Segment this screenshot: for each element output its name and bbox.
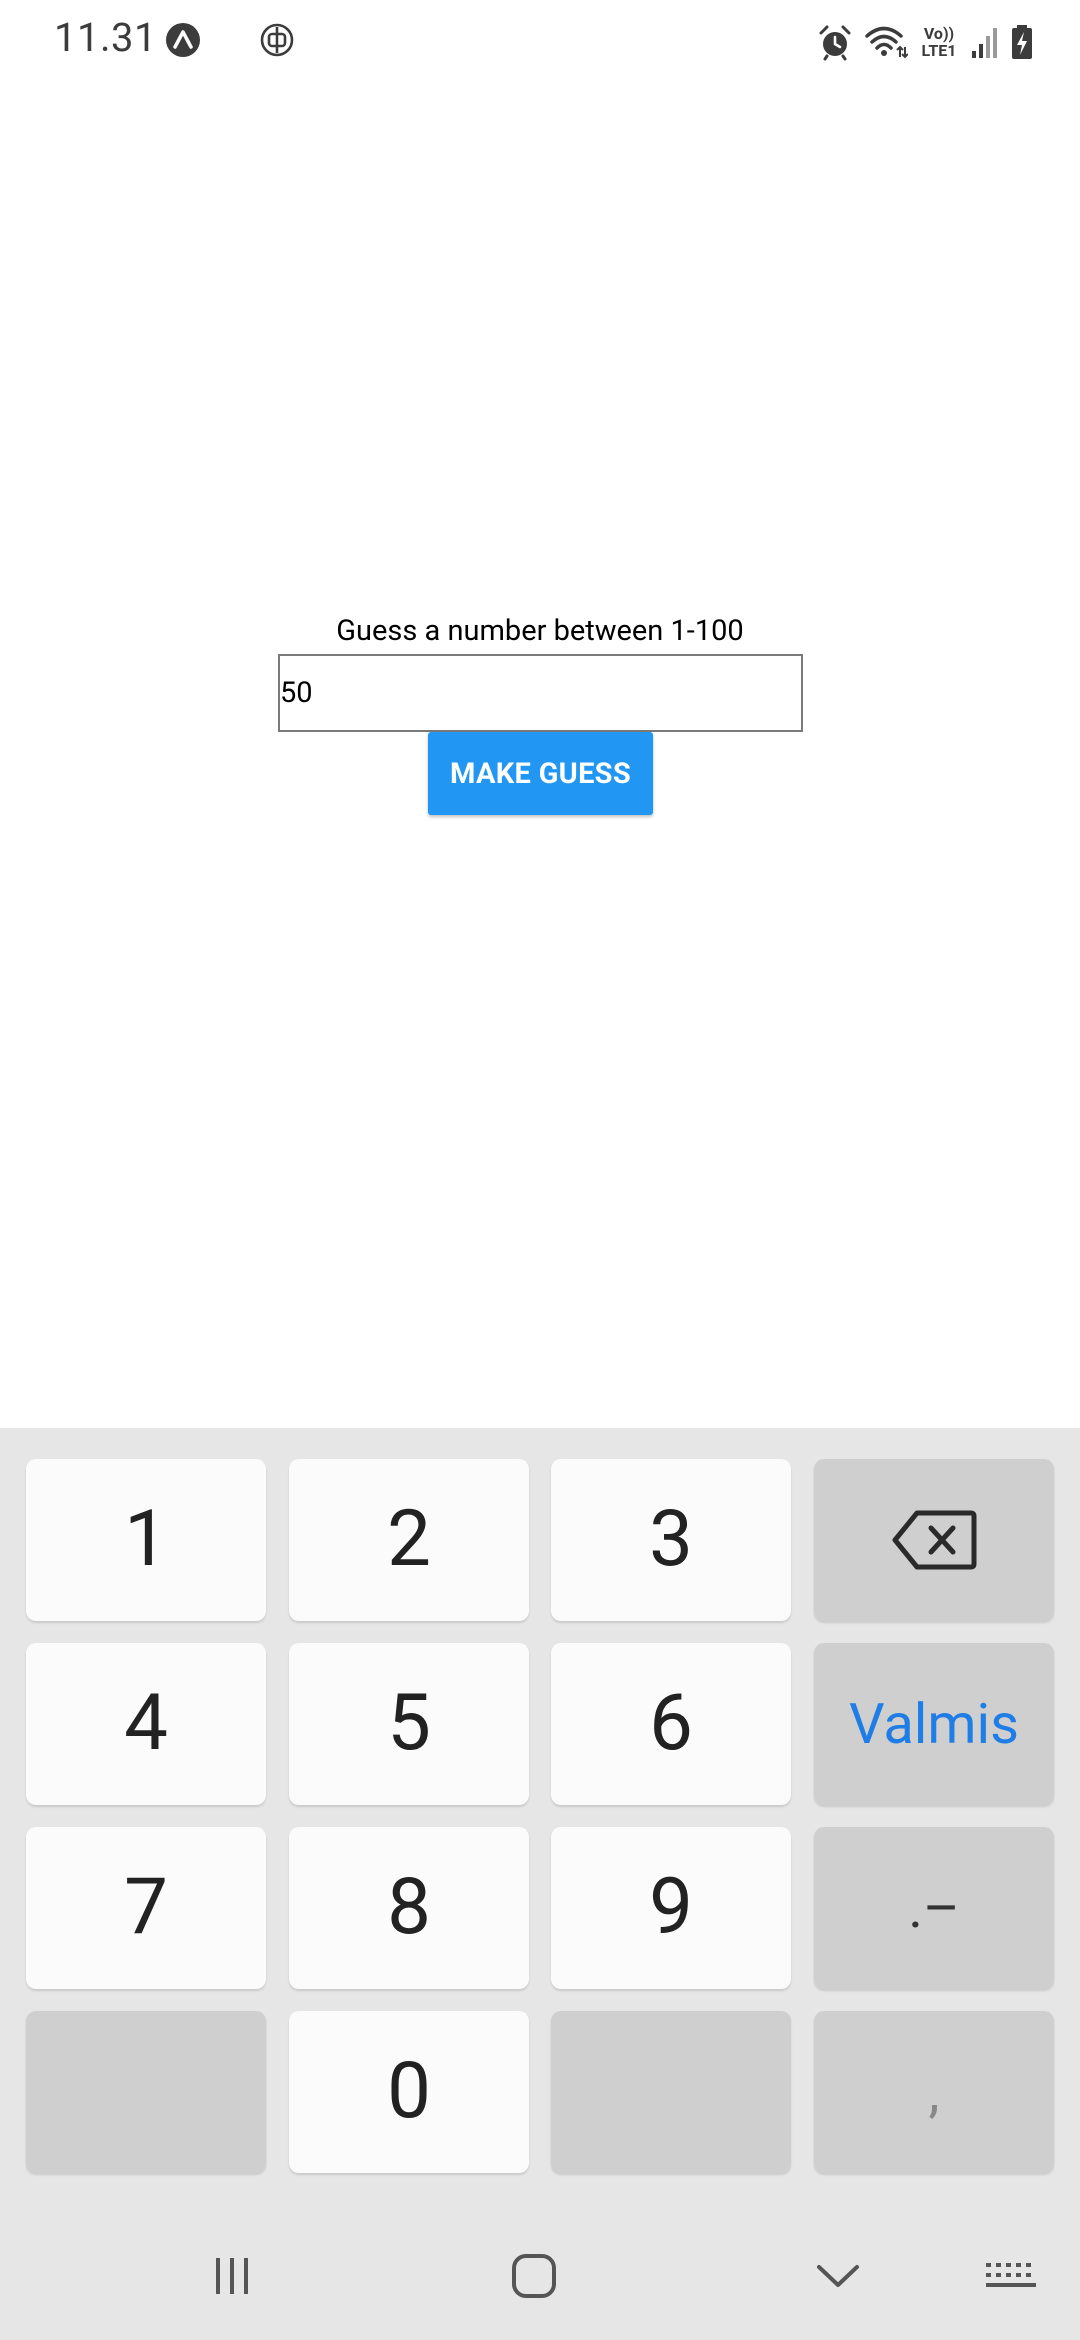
key-2[interactable]: 2: [289, 1459, 529, 1621]
key-3[interactable]: 3: [551, 1459, 791, 1621]
blank-key-right: [551, 2011, 791, 2173]
key-7[interactable]: 7: [26, 1827, 266, 1989]
key-2-label: 2: [387, 1494, 431, 1585]
keyboard-icon: [986, 2262, 1036, 2287]
backspace-icon: [892, 1510, 977, 1570]
recent-apps-icon: [216, 2257, 248, 2294]
key-9[interactable]: 9: [551, 1827, 791, 1989]
done-key-label: Valmis: [848, 1691, 1020, 1757]
key-3-label: 3: [649, 1494, 693, 1585]
volte-icon: Vo)) LTE1: [918, 25, 960, 59]
backspace-key[interactable]: [814, 1459, 1054, 1621]
keyboard-switch-button[interactable]: [975, 2211, 1047, 2340]
key-0-label: 0: [387, 2046, 431, 2137]
recent-apps-button[interactable]: [190, 2211, 274, 2340]
key-6-label: 6: [649, 1678, 693, 1769]
status-time: 11.31: [54, 14, 157, 61]
key-4[interactable]: 4: [26, 1643, 266, 1805]
key-4-label: 4: [124, 1678, 168, 1769]
dot-dash-key[interactable]: .–: [814, 1827, 1054, 1989]
signal-icon: [972, 28, 997, 58]
guess-input-value: 50: [280, 676, 313, 710]
key-0[interactable]: 0: [289, 2011, 529, 2173]
comma-key[interactable]: ,: [814, 2011, 1054, 2173]
guess-number-input[interactable]: 50: [278, 654, 803, 732]
back-icon: [817, 2264, 859, 2287]
key-1-label: 1: [124, 1494, 168, 1585]
key-1[interactable]: 1: [26, 1459, 266, 1621]
dot-dash-key-label: .–: [908, 1875, 960, 1941]
done-key[interactable]: Valmis: [814, 1643, 1054, 1805]
key-8-label: 8: [387, 1862, 431, 1953]
numeric-keyboard: 1 2 3 4 5 6 Valmis 7 8 9 .– 0 ,: [0, 1428, 1080, 2211]
key-7-label: 7: [124, 1862, 168, 1953]
home-button[interactable]: [492, 2211, 576, 2340]
key-8[interactable]: 8: [289, 1827, 529, 1989]
guess-prompt-label: Guess a number between 1-100: [336, 614, 744, 648]
blank-key-left: [26, 2011, 266, 2173]
status-bar: 11.31 Vo)) LTE1: [0, 0, 1080, 84]
comma-key-label: ,: [928, 2059, 940, 2125]
make-guess-button[interactable]: MAKE GUESS: [428, 732, 653, 815]
vpn-icon: [260, 23, 294, 57]
expo-icon: [166, 23, 200, 57]
key-9-label: 9: [649, 1862, 693, 1953]
status-icons: Vo)) LTE1: [816, 20, 1034, 64]
key-5[interactable]: 5: [289, 1643, 529, 1805]
navigation-bar: [0, 2211, 1080, 2340]
battery-charging-icon: [1012, 25, 1032, 59]
key-6[interactable]: 6: [551, 1643, 791, 1805]
key-5-label: 5: [387, 1678, 431, 1769]
volte-text-top: Vo)): [923, 24, 955, 43]
back-button[interactable]: [796, 2211, 880, 2340]
alarm-icon: [819, 25, 851, 61]
wifi-icon: [865, 26, 908, 59]
home-icon: [512, 2253, 556, 2298]
volte-text-bottom: LTE1: [921, 41, 957, 60]
